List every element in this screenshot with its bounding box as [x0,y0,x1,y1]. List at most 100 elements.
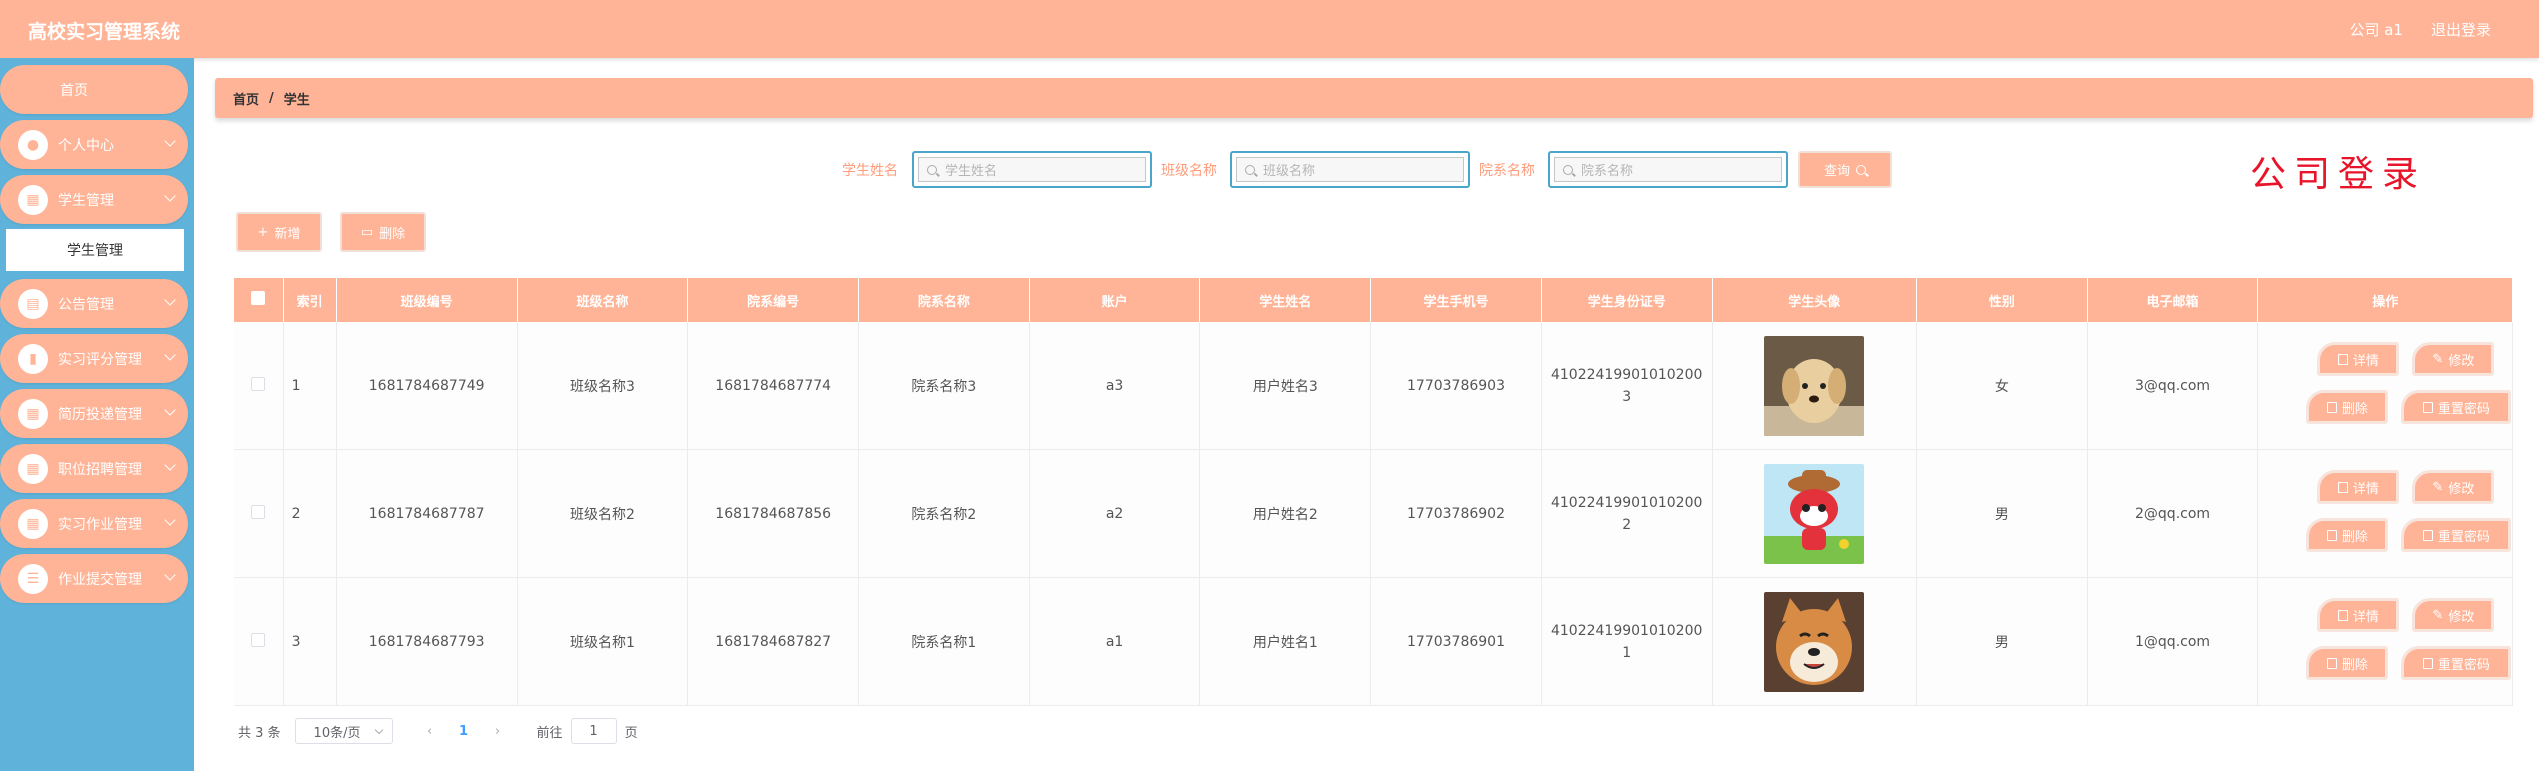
table-row: 3 1681784687793 班级名称1 1681784687827 院系名称… [234,577,2513,706]
batch-delete-button[interactable]: ▭ 删除 [340,212,426,252]
goto-label: 前往 [536,725,563,741]
document-icon [2422,529,2433,541]
cell-student-name: 用户姓名2 [1199,449,1372,578]
document-icon [2422,657,2433,669]
cell-phone: 17703786902 [1370,449,1542,578]
grid-icon: ▦ [18,398,48,429]
column-header: 索引 [283,278,337,322]
sidebar-item-job-management[interactable]: ▦ 职位招聘管理 [0,444,188,493]
student-table: 索引 班级编号 班级名称 院系编号 院系名称 账户 学生姓名 学生手机号 学生身… [234,278,2513,706]
pencil-icon: ✎ [2432,479,2444,495]
detail-button[interactable]: 详情 [2317,598,2400,632]
chevron-down-icon [374,725,383,735]
dept-name-input[interactable]: 院系名称 [1548,151,1788,188]
column-header: 院系名称 [858,278,1030,322]
goto-page-input[interactable]: 1 [570,718,617,744]
column-header: 班级编号 [336,278,518,322]
detail-label: 详情 [2352,353,2379,369]
sidebar-item-resume-management[interactable]: ▦ 简历投递管理 [0,389,188,438]
document-icon [2422,401,2433,413]
breadcrumb: 首页 / 学生 [215,78,2533,118]
query-button[interactable]: 查询 [1798,151,1892,188]
reset-password-button[interactable]: 重置密码 [2401,646,2512,680]
page-size-select[interactable]: 10条/页 [294,718,393,744]
trash-icon: ▭ [360,224,374,240]
detail-button[interactable]: 详情 [2317,342,2400,376]
delete-button[interactable]: 删除 [2306,390,2389,424]
edit-button[interactable]: ✎ 修改 [2412,342,2495,376]
app-title: 高校实习管理系统 [28,21,181,43]
clipboard-icon: ▮ [18,343,48,374]
cell-index: 3 [283,577,337,706]
cell-class-name: 班级名称2 [517,449,689,578]
class-name-placeholder: 班级名称 [1263,164,1316,179]
sidebar-subitem-student-management[interactable]: 学生管理 [6,229,184,271]
cell-class-no: 1681784687793 [336,577,518,706]
edit-button[interactable]: ✎ 修改 [2412,598,2495,632]
cell-class-name: 班级名称3 [517,322,689,450]
chevron-down-icon [164,514,176,526]
delete-button-label: 删除 [379,226,406,242]
edit-button[interactable]: ✎ 修改 [2412,470,2495,504]
sidebar-item-home[interactable]: 首页 [0,65,188,114]
sidebar-item-homework-management[interactable]: ▦ 实习作业管理 [0,499,188,548]
logout-button[interactable]: 退出登录 [2431,19,2491,40]
chevron-down-icon [164,349,176,361]
user-label[interactable]: 公司 a1 [2349,19,2403,40]
row-checkbox[interactable] [234,577,284,706]
dept-name-placeholder: 院系名称 [1581,164,1634,179]
trash-icon [2326,529,2337,541]
select-all-checkbox[interactable] [234,278,284,322]
add-button[interactable]: + 新增 [236,212,322,252]
column-header: 院系编号 [687,278,860,322]
cell-account: a3 [1029,322,1201,450]
company-login-banner: 公司登录 [2250,154,2427,195]
sidebar-item-notice-management[interactable]: ▤ 公告管理 [0,279,188,328]
cell-class-no: 1681784687787 [336,449,518,578]
cell-email: 3@qq.com [2087,322,2259,450]
cell-email: 1@qq.com [2087,577,2259,706]
breadcrumb-home[interactable]: 首页 [233,89,259,108]
cell-email: 2@qq.com [2087,449,2259,578]
search-icon [1856,164,1866,175]
table-row: 2 1681784687787 班级名称2 1681784687856 院系名称… [234,449,2513,578]
plus-icon: + [257,224,269,240]
chevron-down-icon [164,404,176,416]
sidebar-item-label: 作业提交管理 [58,571,142,588]
search-icon [1245,164,1255,175]
cell-id-card: 41022419901010200 2 [1541,449,1713,578]
reset-password-button[interactable]: 重置密码 [2401,390,2512,424]
delete-button[interactable]: 删除 [2306,518,2389,552]
cell-avatar [1712,322,1917,450]
breadcrumb-current: 学生 [283,92,310,108]
id-card-line2: 3 [1622,388,1632,405]
document-icon [2337,609,2348,621]
delete-label: 删除 [2341,657,2368,673]
page-number-current[interactable]: 1 [449,724,479,739]
sidebar-item-submission-management[interactable]: ☰ 作业提交管理 [0,554,188,603]
cell-dept-no: 1681784687827 [687,577,860,706]
grid-icon: ▦ [18,508,48,539]
top-bar: 高校实习管理系统 公司 a1 退出登录 [0,0,2539,58]
cell-operations: 详情 ✎ 修改 删除 重置密码 [2257,322,2513,450]
next-page-icon[interactable]: › [479,724,517,739]
student-name-input[interactable]: 学生姓名 [912,151,1152,188]
search-row: 学生姓名 学生姓名 班级名称 班级名称 院系名称 院系名称 查询 [0,150,2539,188]
cell-gender: 男 [1916,449,2088,578]
edit-label: 修改 [2448,481,2475,497]
search-icon [927,164,937,175]
id-card-line1: 41022419901010200 [1550,366,1703,383]
reset-password-button[interactable]: 重置密码 [2401,518,2512,552]
prev-page-icon[interactable]: ‹ [411,724,449,739]
detail-button[interactable]: 详情 [2317,470,2400,504]
cell-account: a2 [1029,449,1201,578]
delete-label: 删除 [2341,529,2368,545]
row-checkbox[interactable] [234,449,284,578]
class-name-input[interactable]: 班级名称 [1230,151,1470,188]
sidebar-item-score-management[interactable]: ▮ 实习评分管理 [0,334,188,383]
delete-button[interactable]: 删除 [2306,646,2389,680]
id-card-line2: 2 [1622,516,1632,533]
row-checkbox[interactable] [234,322,284,450]
edit-label: 修改 [2448,609,2475,625]
cell-index: 1 [283,322,337,450]
